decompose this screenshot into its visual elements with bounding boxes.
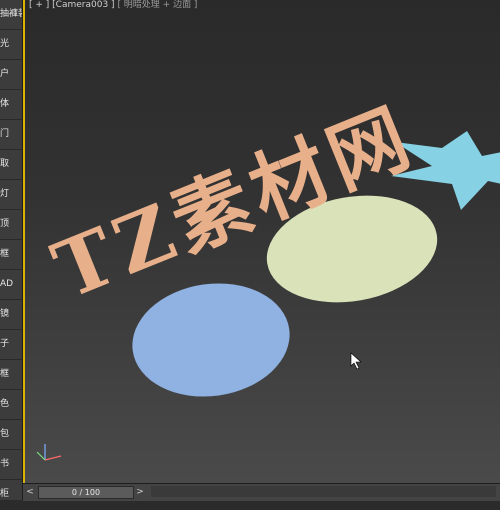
time-slider[interactable]: 0 / 100 — [38, 486, 134, 499]
sidebar-item[interactable]: 顶 — [0, 210, 22, 240]
sidebar-item[interactable]: 门 — [0, 120, 22, 150]
timeline-bar: < 0 / 100 > — [23, 483, 500, 501]
viewport-label[interactable]: [ + ] [Camera003 ] [ 明暗处理 + 边面 ] — [29, 0, 197, 10]
sidebar-item[interactable]: 抽褲装 — [0, 0, 22, 30]
sidebar-item[interactable]: 柜 — [0, 480, 22, 510]
sidebar-item[interactable]: 子 — [0, 330, 22, 360]
mouse-cursor-icon — [350, 352, 362, 370]
sidebar-item[interactable]: 体 — [0, 90, 22, 120]
viewport-plus-menu[interactable]: [ + ] — [29, 0, 49, 10]
timeline-next-button[interactable]: > — [134, 485, 146, 499]
sidebar-item[interactable]: 框 — [0, 240, 22, 270]
scene-canvas: TZ素材网 — [36, 91, 500, 461]
sidebar-item[interactable]: 色 — [0, 390, 22, 420]
viewport-camera-menu[interactable]: [Camera003 ] — [52, 0, 114, 10]
viewport-shading-menu[interactable]: [ 明暗处理 + 边面 ] — [117, 0, 197, 10]
sidebar-item[interactable]: 书 — [0, 450, 22, 480]
timeline-track[interactable] — [151, 486, 496, 497]
camera-viewport[interactable]: TZ素材网 [ + ] [Camera003 ] [ 明暗处理 + 边面 ] — [23, 0, 500, 483]
command-sidebar: 抽褲装 光 户 体 门 取 灯 顶 框 AD 镜 子 框 色 包 书 柜 — [0, 0, 23, 510]
timeline-prev-button[interactable]: < — [24, 485, 36, 499]
sidebar-item[interactable]: 光 — [0, 30, 22, 60]
axis-gizmo — [36, 444, 62, 461]
sidebar-item[interactable]: 包 — [0, 420, 22, 450]
sidebar-item[interactable]: 户 — [0, 60, 22, 90]
sidebar-item[interactable]: 灯 — [0, 180, 22, 210]
sidebar-item[interactable]: 镜 — [0, 300, 22, 330]
small-ellipse-shape[interactable] — [125, 274, 297, 407]
frame-counter: 0 / 100 — [71, 488, 101, 497]
sidebar-item[interactable]: AD — [0, 270, 22, 300]
sidebar-item[interactable]: 框 — [0, 360, 22, 390]
sidebar-item[interactable]: 取 — [0, 150, 22, 180]
